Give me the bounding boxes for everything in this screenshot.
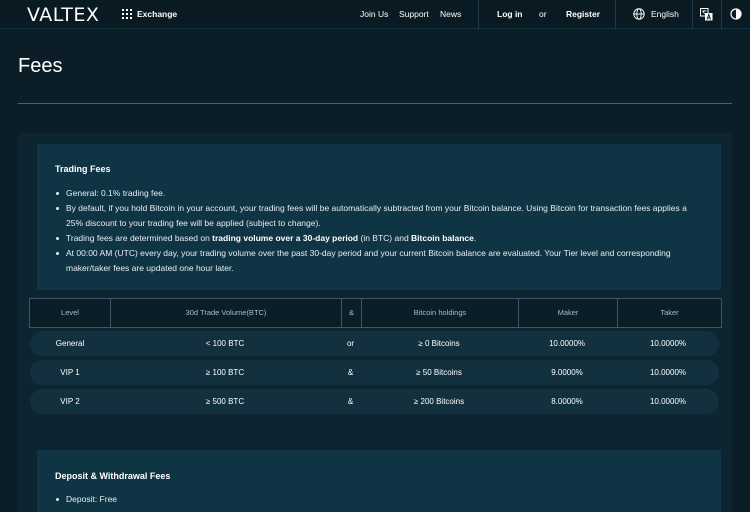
column-header-taker: Taker	[660, 308, 679, 317]
deposit-fees-list: Deposit: Free	[55, 492, 705, 507]
list-item: Trading fees are determined based on tra…	[55, 231, 705, 246]
cell-volume: < 100 BTC	[205, 339, 245, 348]
trading-fees-card: Trading Fees General: 0.1% trading fee. …	[37, 144, 721, 290]
deposit-withdrawal-title: Deposit & Withdrawal Fees	[55, 471, 171, 481]
cell-op: or	[346, 339, 355, 348]
cell-op: &	[347, 397, 354, 406]
nav-divider	[692, 0, 693, 29]
deposit-withdrawal-card: Deposit & Withdrawal Fees Deposit: Free	[37, 450, 721, 512]
column-header-maker: Maker	[557, 308, 579, 317]
cell-volume: ≥ 100 BTC	[205, 368, 245, 377]
globe-icon[interactable]	[633, 8, 645, 20]
join-us-link[interactable]: Join Us	[360, 9, 388, 19]
title-divider	[18, 103, 732, 104]
cell-holdings: ≥ 200 Bitcoins	[413, 397, 465, 406]
register-button[interactable]: Register	[566, 9, 600, 19]
grid-icon[interactable]	[122, 9, 132, 19]
trading-fees-title: Trading Fees	[55, 164, 111, 174]
list-item-text: Trading fees are determined based on	[66, 233, 213, 243]
translate-icon[interactable]	[700, 8, 713, 21]
support-link[interactable]: Support	[399, 9, 429, 19]
list-item: General: 0.1% trading fee.	[55, 186, 705, 201]
cell-maker: 8.0000%	[551, 397, 583, 406]
table-row: General < 100 BTC or ≥ 0 Bitcoins 10.000…	[30, 331, 719, 356]
top-nav-bar: VALTEX Exchange Join Us Support News Log…	[0, 0, 750, 29]
list-item: At 00:00 AM (UTC) every day, your tradin…	[55, 246, 705, 276]
cell-level: VIP 1	[60, 368, 80, 377]
cell-level: General	[55, 339, 85, 348]
cell-taker: 10.0000%	[649, 368, 687, 377]
list-item-bold: trading volume over a 30-day period	[212, 233, 359, 243]
cell-volume: ≥ 500 BTC	[205, 397, 245, 406]
or-label: or	[539, 9, 547, 19]
column-header-op: &	[348, 308, 354, 317]
cell-op: &	[347, 368, 354, 377]
logo[interactable]: VALTEX	[27, 4, 99, 26]
cell-maker: 10.0000%	[548, 339, 586, 348]
page-title: Fees	[18, 55, 63, 77]
column-header-holdings: Bitcoin holdings	[413, 308, 467, 317]
list-item: By default, if you hold Bitcoin in your …	[55, 201, 705, 231]
nav-divider	[721, 0, 722, 29]
column-header-level: Level	[61, 308, 79, 317]
fee-table-header: Level 30d Trade Volume(BTC) & Bitcoin ho…	[29, 298, 722, 328]
list-item-bold: Bitcoin balance	[411, 233, 474, 243]
cell-level: VIP 2	[60, 397, 80, 406]
news-link[interactable]: News	[440, 9, 461, 19]
cell-holdings: ≥ 50 Bitcoins	[416, 368, 462, 377]
column-header-volume: 30d Trade Volume(BTC)	[185, 308, 267, 317]
list-item-text: .	[473, 233, 477, 243]
login-button[interactable]: Log in	[497, 9, 523, 19]
table-row: VIP 2 ≥ 500 BTC & ≥ 200 Bitcoins 8.0000%…	[30, 389, 719, 414]
cell-maker: 9.0000%	[551, 368, 583, 377]
theme-toggle-icon[interactable]	[730, 8, 742, 20]
nav-divider	[478, 0, 479, 29]
list-item-text: (in BTC) and	[358, 233, 412, 243]
exchange-link[interactable]: Exchange	[137, 9, 177, 19]
trading-fees-list: General: 0.1% trading fee. By default, i…	[55, 186, 705, 276]
cell-holdings: ≥ 0 Bitcoins	[418, 339, 460, 348]
cell-taker: 10.0000%	[649, 339, 687, 348]
nav-divider	[615, 0, 616, 29]
language-selector[interactable]: English	[651, 9, 679, 19]
cell-taker: 10.0000%	[649, 397, 687, 406]
table-row: VIP 1 ≥ 100 BTC & ≥ 50 Bitcoins 9.0000% …	[30, 360, 719, 385]
list-item: Deposit: Free	[55, 492, 705, 507]
